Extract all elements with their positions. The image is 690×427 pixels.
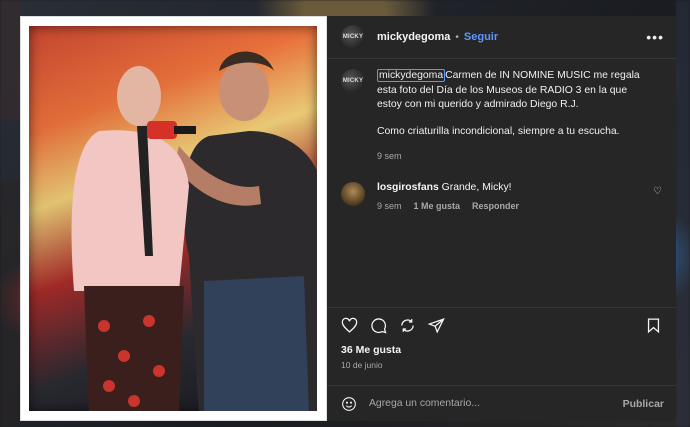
emoji-icon[interactable] — [341, 396, 357, 412]
header-separator: • — [455, 31, 459, 43]
follow-button[interactable]: Seguir — [464, 31, 498, 43]
likes-count[interactable]: 36 Me gusta — [341, 344, 662, 356]
post-date: 10 de junio — [341, 360, 383, 370]
comment-likes[interactable]: 1 Me gusta — [414, 201, 461, 211]
comments-list[interactable]: MICKY mickydegoma Carmen de IN NOMINE MUS… — [327, 59, 676, 307]
comment-body: losgirosfans Grande, Micky! 9 sem 1 Me g… — [377, 182, 519, 211]
post-sidebar: MICKY mickydegoma • Seguir ••• MICKY mic… — [327, 16, 676, 421]
heart-icon[interactable] — [341, 317, 358, 334]
commenter-avatar[interactable] — [341, 181, 365, 206]
author-username[interactable]: mickydegoma — [377, 31, 450, 43]
comment-time: 9 sem — [377, 200, 402, 211]
reply-button[interactable]: Responder — [472, 201, 519, 211]
comment-icon[interactable] — [370, 317, 387, 334]
caption: MICKY mickydegoma Carmen de IN NOMINE MUS… — [341, 69, 662, 164]
photo-illustration — [71, 51, 317, 411]
bookmark-icon[interactable] — [645, 317, 662, 334]
comment-input[interactable] — [369, 398, 623, 409]
post-header: MICKY mickydegoma • Seguir ••• — [327, 16, 676, 59]
action-icons — [341, 317, 662, 334]
post-photo-frame — [20, 16, 327, 421]
publish-button[interactable]: Publicar — [623, 398, 664, 410]
post-photo[interactable] — [29, 26, 317, 411]
caption-username[interactable]: mickydegoma — [377, 69, 446, 82]
more-horizontal-icon[interactable]: ••• — [646, 29, 664, 45]
caption-avatar[interactable]: MICKY — [341, 69, 365, 93]
comment-meta: 9 sem 1 Me gusta Responder — [377, 201, 519, 211]
add-comment-bar: Publicar — [327, 385, 676, 421]
author-avatar[interactable]: MICKY — [341, 25, 365, 49]
caption-time: 9 sem — [377, 151, 402, 161]
post-actions: 36 Me gusta 10 de junio — [327, 307, 676, 385]
send-icon[interactable] — [428, 317, 445, 334]
comment-like-icon[interactable]: ♡ — [653, 182, 662, 197]
caption-text-2: Como criaturilla incondicional, siempre … — [377, 125, 620, 137]
comment-item: losgirosfans Grande, Micky! 9 sem 1 Me g… — [341, 181, 662, 211]
comment-text: Grande, Micky! — [441, 181, 512, 193]
commenter-username[interactable]: losgirosfans — [377, 182, 439, 193]
share-icon[interactable] — [399, 317, 416, 334]
caption-body: mickydegoma Carmen de IN NOMINE MUSIC me … — [377, 69, 647, 164]
post-modal: MICKY mickydegoma • Seguir ••• MICKY mic… — [20, 16, 676, 421]
